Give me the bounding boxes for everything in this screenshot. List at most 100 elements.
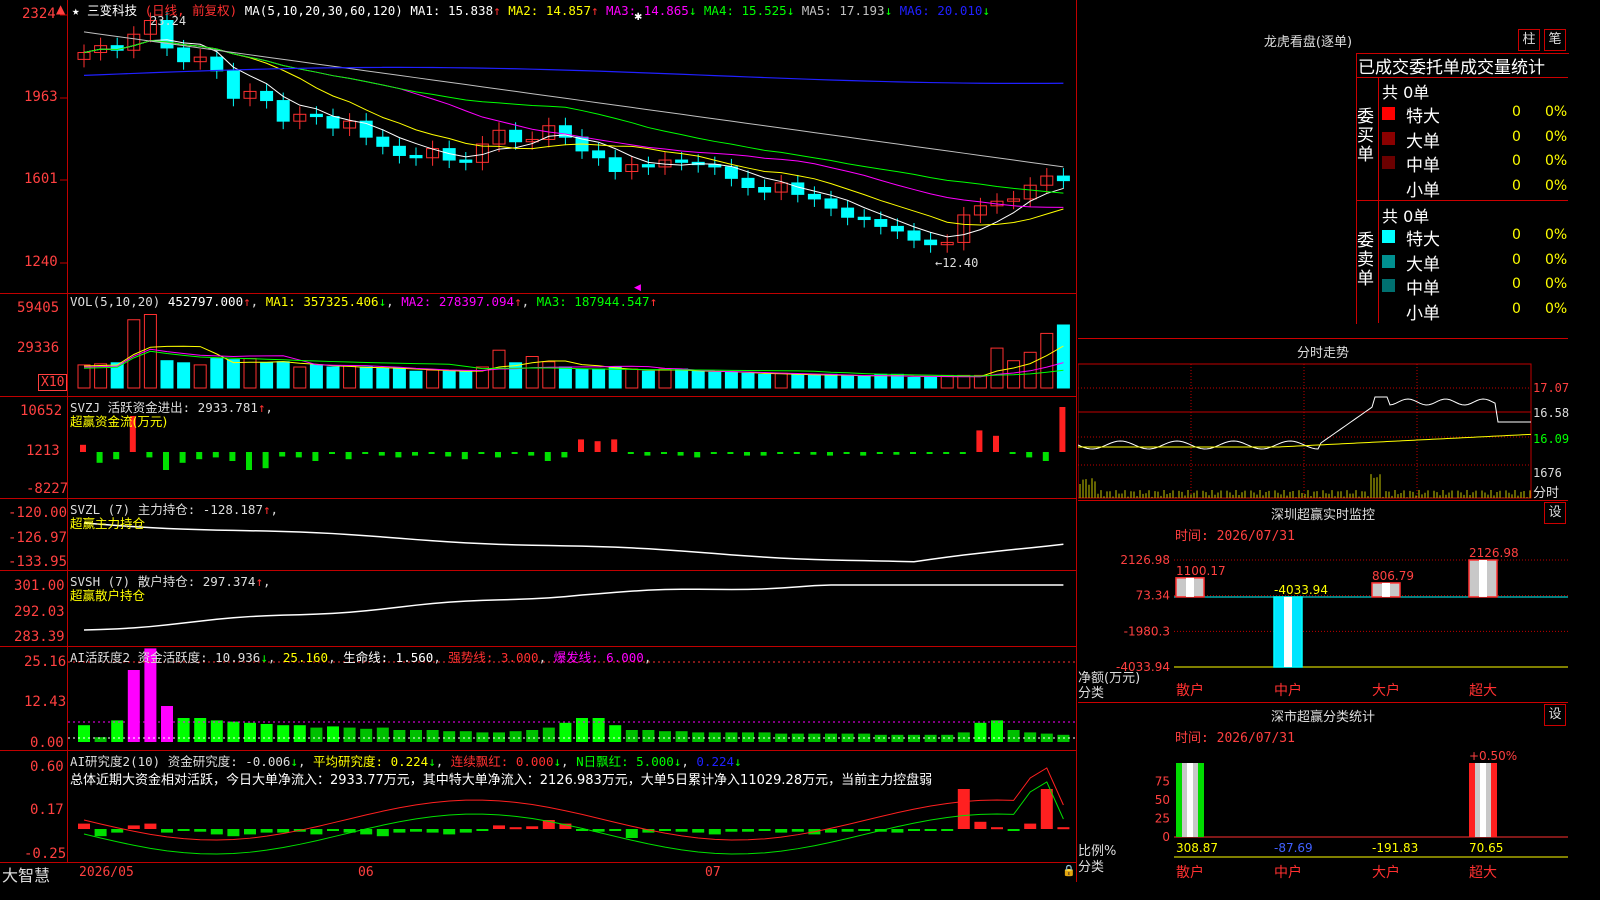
flow-bar	[993, 435, 999, 452]
order-row-buy-rows-0: 特大 0 0%	[1382, 102, 1568, 127]
research-bar	[111, 829, 124, 833]
classify-value-label: -191.83	[1372, 841, 1418, 855]
research-bar	[941, 829, 954, 831]
research-bar	[493, 825, 505, 829]
low-price-label: ←12.40	[935, 256, 979, 270]
intraday-chart[interactable]	[1078, 362, 1568, 500]
volume-bar	[592, 368, 606, 389]
candle-body	[741, 177, 755, 189]
candle-body	[226, 70, 240, 99]
monitor-xlabel: 分类	[1078, 686, 1105, 701]
ai2-value-4: N日飘红: 5.000	[576, 754, 674, 769]
lock-icon[interactable]: 🔒	[1062, 864, 1076, 877]
candle-body	[608, 157, 622, 172]
order-count: 0	[1512, 276, 1521, 292]
classify-xlabel: 分类	[1078, 860, 1105, 875]
ai1-value-5: 爆发线: 6.000	[553, 650, 644, 665]
research-bar	[194, 829, 207, 832]
ai1-ylabel-1: 25.16	[24, 654, 67, 670]
classify-divider	[1078, 702, 1568, 703]
flow-bar	[578, 439, 584, 452]
classify-chart[interactable]: 75 50 25 0 +0.50% 308.87 散户 -87.69 中户 -191.83 大户 70…	[1078, 745, 1568, 882]
order-row-sell-rows-2: 中单 0 0%	[1382, 274, 1568, 299]
volume-bar	[641, 370, 655, 389]
flow-bar	[179, 452, 186, 463]
activity-bar	[459, 731, 472, 742]
volume-bar	[426, 369, 440, 389]
activity-bar	[227, 721, 240, 742]
activity-bar	[127, 670, 140, 742]
flow-bar	[744, 452, 750, 456]
activity-bar	[825, 733, 837, 742]
cursor-marker-icon: ◀	[634, 283, 641, 293]
ai2-header: AI研究度2(10) 资金研究度: -0.006↓, 平均研究度: 0.224↓…	[70, 754, 742, 769]
candle-body	[675, 159, 689, 163]
volume-bar	[658, 368, 672, 389]
research-line-green	[83, 781, 1064, 855]
activity-bar	[559, 722, 572, 742]
classify-title: 深市超赢分类统计	[1270, 710, 1375, 725]
flow-bar	[544, 452, 551, 461]
tick-mode-button[interactable]: 笔	[1544, 29, 1566, 51]
flow-bar	[262, 452, 269, 469]
order-type-label: 小单	[1406, 303, 1440, 324]
volume-bar	[874, 373, 888, 389]
candle-body	[392, 145, 406, 156]
dragon-title: 龙虎看盘(逐单)	[1263, 35, 1353, 50]
classify-value-label: 308.87	[1176, 841, 1218, 855]
svzl-subtitle: 超赢主力持仓	[70, 516, 146, 531]
candle-body	[758, 187, 772, 193]
svzl-ylabel-3: -133.95	[8, 554, 68, 570]
volume-bar	[791, 373, 805, 389]
vol-ma1: MA1: 357325.406	[265, 294, 379, 309]
order-row-buy-rows-1: 大单 0 0%	[1382, 127, 1568, 152]
flow-bar	[1059, 407, 1066, 452]
volume-bar	[127, 319, 141, 389]
volume-bar	[857, 375, 871, 389]
activity-bar	[1007, 730, 1020, 742]
monitor-chart[interactable]: 2126.9873.34-1980.3-4033.941100.17散户-403…	[1078, 545, 1568, 700]
moving-average-lines	[83, 31, 1064, 238]
research-bar	[443, 829, 456, 835]
order-type-label: 小单	[1406, 180, 1440, 201]
classify-ytick: 75	[1155, 775, 1170, 789]
flow-bar	[627, 452, 634, 454]
volume-bar	[990, 347, 1004, 389]
volume-bar	[957, 374, 971, 389]
research-bar	[725, 829, 738, 832]
candle-body	[874, 219, 888, 227]
star-icon[interactable]: ★	[72, 3, 80, 18]
intraday-time-label: 分时	[1533, 486, 1560, 501]
vol-header: VOL(5,10,20) 452797.000↑, MA1: 357325.40…	[70, 294, 658, 309]
flow-bar	[495, 452, 501, 458]
volume-bar	[243, 358, 257, 389]
monitor-settings-button[interactable]: 设	[1544, 502, 1566, 524]
monitor-bar-highlight	[1382, 582, 1390, 597]
volume-bar	[824, 373, 838, 389]
activity-bar	[293, 725, 306, 742]
volume-bar	[160, 360, 174, 389]
monitor-title: 深圳超赢实时监控	[1270, 508, 1375, 523]
bar-mode-button[interactable]: 柱	[1518, 29, 1540, 51]
order-row-buy-rows-2: 中单 0 0%	[1382, 151, 1568, 176]
flow-bar	[1026, 452, 1033, 458]
activity-bar	[111, 720, 124, 742]
volume-bar	[210, 358, 224, 389]
classify-settings-button[interactable]: 设	[1544, 704, 1566, 726]
candle-body	[326, 116, 340, 129]
main-chart-area[interactable]	[0, 0, 1078, 882]
order-pct: 0%	[1545, 251, 1568, 268]
volume-bar	[409, 370, 423, 389]
flow-bar	[611, 439, 618, 452]
flow-bar	[412, 452, 418, 456]
flow-bar	[710, 452, 717, 454]
ma-value-1: MA1: 15.838	[410, 3, 494, 18]
candle-body	[309, 113, 323, 118]
flow-bar	[959, 452, 966, 454]
volume-bar	[558, 366, 572, 389]
research-bar	[775, 829, 788, 833]
color-swatch	[1382, 254, 1395, 268]
order-pct: 0%	[1545, 104, 1568, 120]
order-count: 0	[1512, 104, 1521, 120]
flow-bar	[445, 452, 452, 457]
